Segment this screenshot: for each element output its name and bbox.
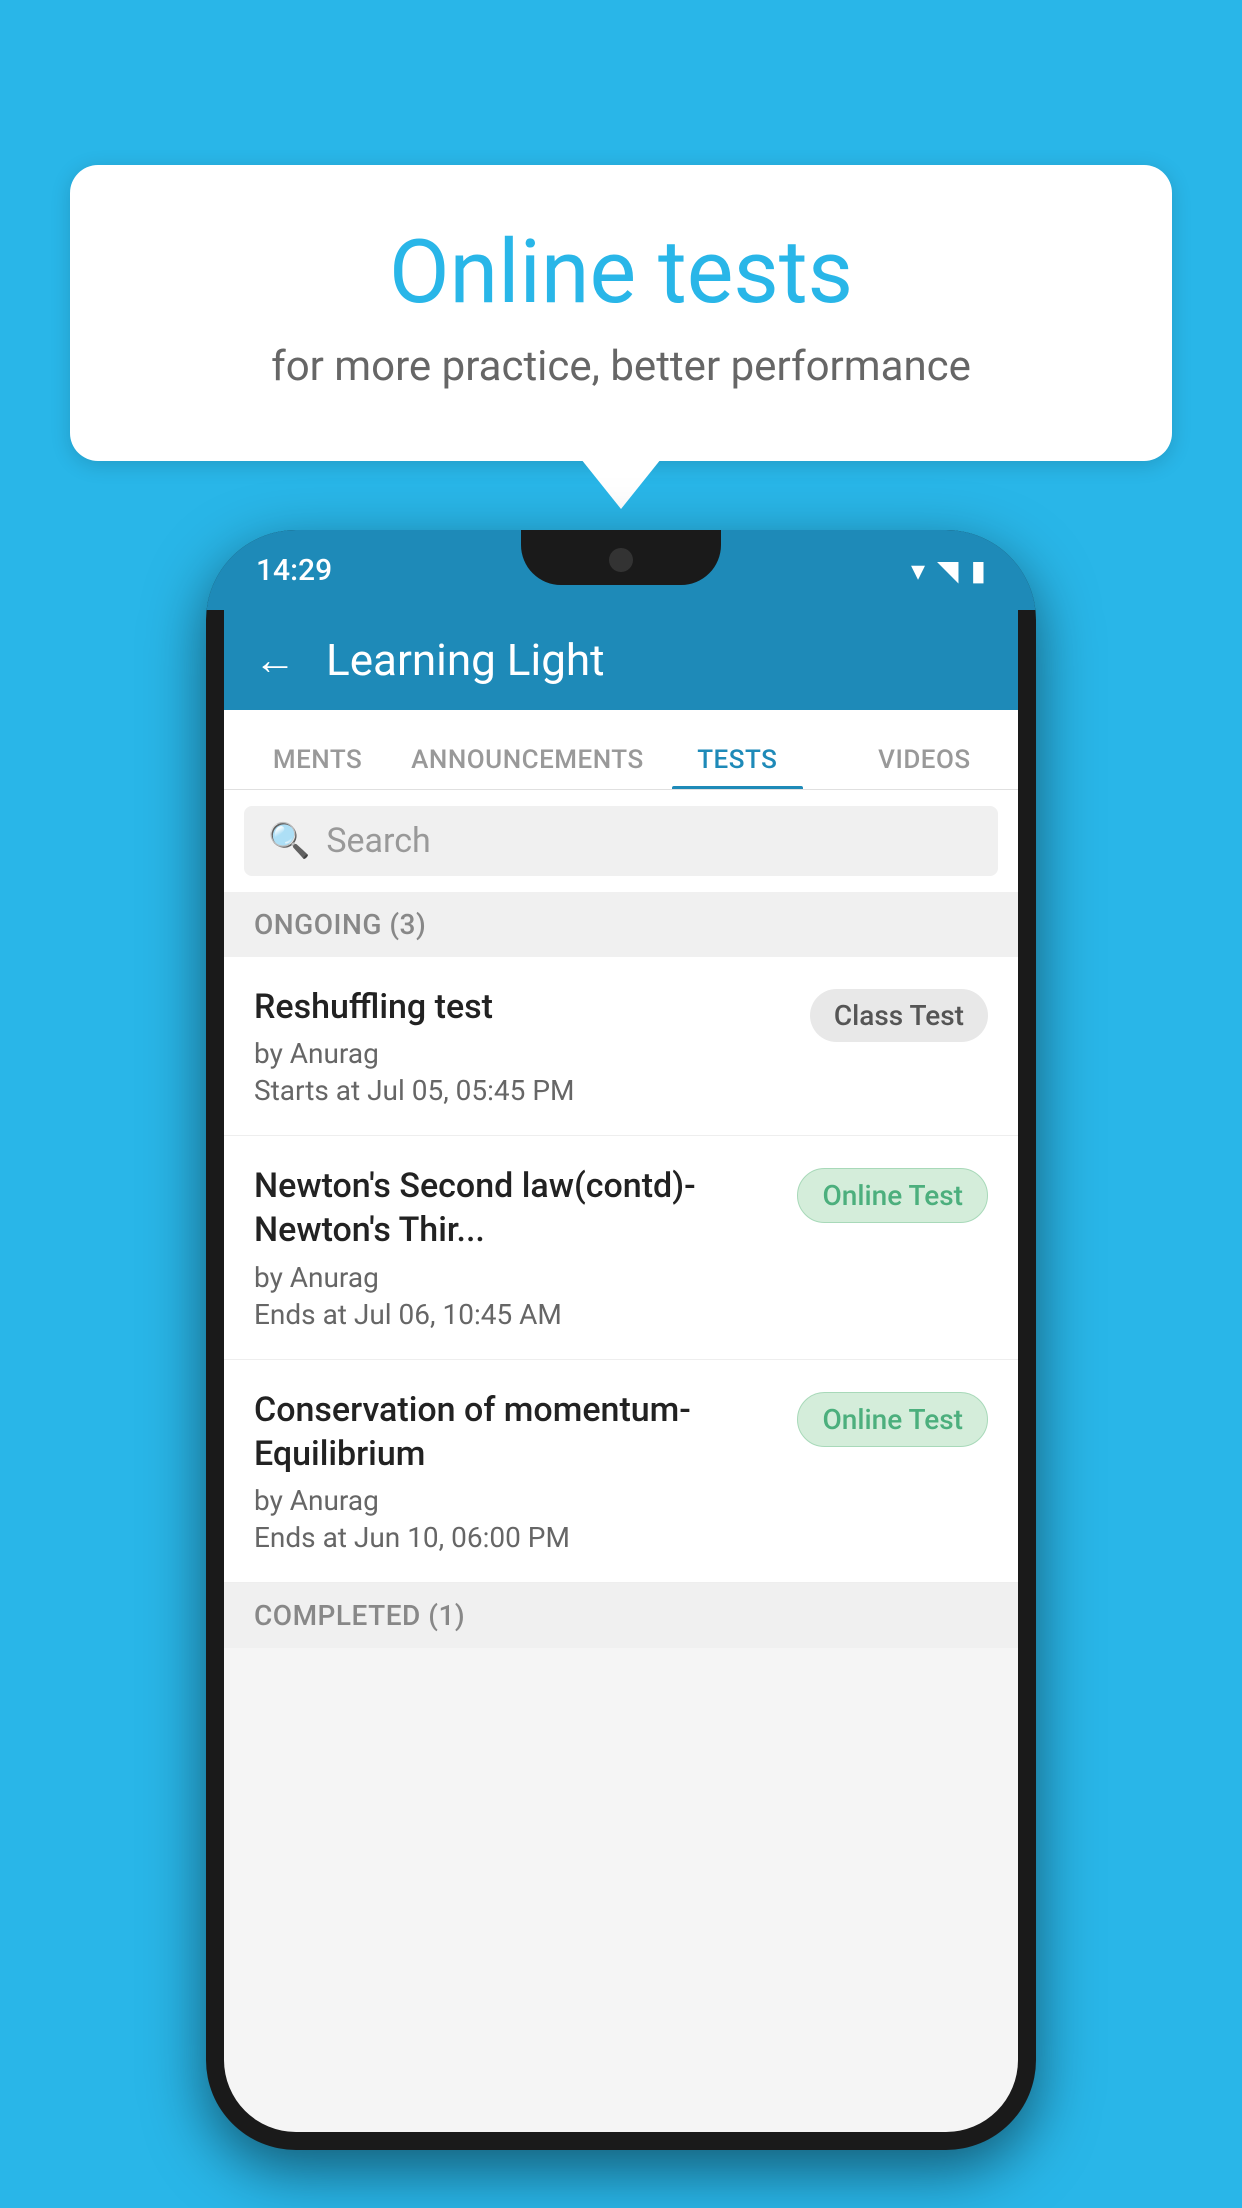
back-button[interactable]: ← xyxy=(254,636,296,685)
test-item[interactable]: Conservation of momentum-Equilibrium by … xyxy=(224,1360,1018,1583)
search-bar[interactable]: 🔍 Search xyxy=(244,806,998,876)
phone-frame: 14:29 ▾ ◥ ▮ ← Learning Light MENTS ANNOU… xyxy=(206,530,1036,2150)
test-name: Reshuffling test xyxy=(254,985,790,1029)
bubble-subtitle: for more practice, better performance xyxy=(150,342,1092,391)
test-time: Ends at Jun 10, 06:00 PM xyxy=(254,1521,777,1554)
test-time: Starts at Jul 05, 05:45 PM xyxy=(254,1074,790,1107)
search-placeholder: Search xyxy=(326,821,430,861)
test-time: Ends at Jul 06, 10:45 AM xyxy=(254,1298,777,1331)
phone-screen: ← Learning Light MENTS ANNOUNCEMENTS TES… xyxy=(224,610,1018,2132)
test-by: by Anurag xyxy=(254,1261,777,1294)
battery-icon: ▮ xyxy=(971,554,986,587)
app-title: Learning Light xyxy=(326,634,605,686)
test-item[interactable]: Reshuffling test by Anurag Starts at Jul… xyxy=(224,957,1018,1136)
tab-tests[interactable]: TESTS xyxy=(644,745,831,789)
signal-icon: ◥ xyxy=(937,554,959,587)
test-info: Conservation of momentum-Equilibrium by … xyxy=(254,1388,777,1554)
bubble-title: Online tests xyxy=(150,225,1092,322)
search-icon: 🔍 xyxy=(268,821,310,861)
status-time: 14:29 xyxy=(256,553,332,588)
test-info: Reshuffling test by Anurag Starts at Jul… xyxy=(254,985,790,1107)
search-container: 🔍 Search xyxy=(224,790,1018,892)
test-name: Conservation of momentum-Equilibrium xyxy=(254,1388,777,1476)
test-badge-class-test: Class Test xyxy=(810,989,988,1042)
wifi-icon: ▾ xyxy=(911,554,925,587)
ongoing-section-label: ONGOING (3) xyxy=(224,892,1018,957)
status-bar: 14:29 ▾ ◥ ▮ xyxy=(206,530,1036,610)
completed-section-label: COMPLETED (1) xyxy=(224,1583,1018,1648)
test-badge-online-test: Online Test xyxy=(797,1168,988,1223)
camera-dot xyxy=(609,548,633,572)
app-header: ← Learning Light xyxy=(224,610,1018,710)
tab-ments[interactable]: MENTS xyxy=(224,745,411,789)
tab-announcements[interactable]: ANNOUNCEMENTS xyxy=(411,745,644,789)
test-info: Newton's Second law(contd)-Newton's Thir… xyxy=(254,1164,777,1330)
tab-videos[interactable]: VIDEOS xyxy=(831,745,1018,789)
test-name: Newton's Second law(contd)-Newton's Thir… xyxy=(254,1164,777,1252)
test-by: by Anurag xyxy=(254,1484,777,1517)
tab-bar: MENTS ANNOUNCEMENTS TESTS VIDEOS xyxy=(224,710,1018,790)
status-icons: ▾ ◥ ▮ xyxy=(911,554,986,587)
promo-bubble-card: Online tests for more practice, better p… xyxy=(70,165,1172,461)
test-list: Reshuffling test by Anurag Starts at Jul… xyxy=(224,957,1018,1583)
test-badge-online-test-2: Online Test xyxy=(797,1392,988,1447)
test-by: by Anurag xyxy=(254,1037,790,1070)
test-item[interactable]: Newton's Second law(contd)-Newton's Thir… xyxy=(224,1136,1018,1359)
notch-cutout xyxy=(521,530,721,585)
